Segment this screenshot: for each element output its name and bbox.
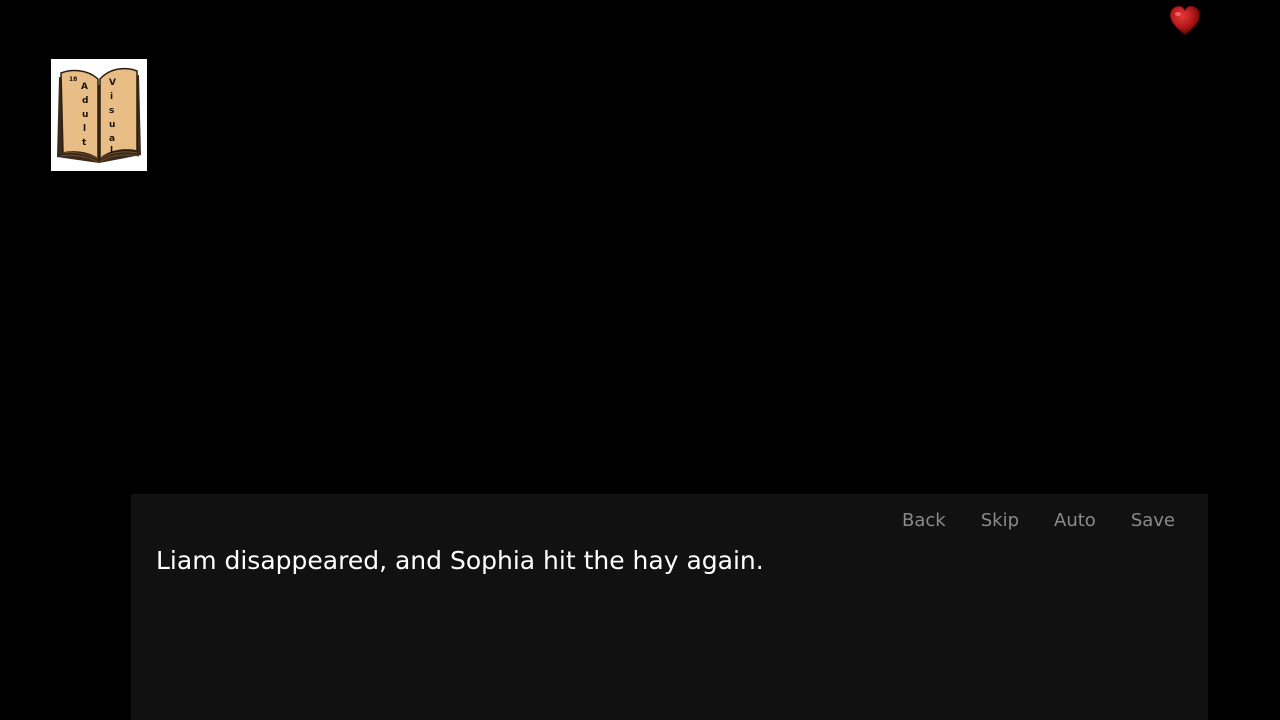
svg-text:d: d (82, 96, 88, 106)
heart-icon[interactable] (1168, 4, 1202, 38)
open-book-icon: 18 A d u l t V i s u a l (57, 67, 141, 163)
svg-text:u: u (82, 110, 88, 120)
dialogue-text: Liam disappeared, and Sophia hit the hay… (156, 546, 764, 575)
svg-text:u: u (109, 120, 115, 130)
svg-text:l: l (110, 146, 113, 156)
svg-text:18: 18 (69, 76, 77, 83)
quick-menu: Back Skip Auto Save (867, 510, 1175, 532)
save-button[interactable]: Save (1131, 510, 1175, 532)
svg-text:t: t (82, 138, 87, 148)
back-button[interactable]: Back (902, 510, 946, 532)
svg-text:i: i (110, 92, 113, 102)
book-logo: 18 A d u l t V i s u a l (51, 59, 147, 171)
svg-text:A: A (81, 82, 88, 92)
dialogue-box[interactable]: Back Skip Auto Save Liam disappeared, an… (131, 494, 1208, 720)
svg-text:V: V (109, 78, 116, 88)
auto-button[interactable]: Auto (1054, 510, 1096, 532)
game-scene[interactable]: 18 A d u l t V i s u a l Back Skip Auto … (0, 0, 1280, 720)
svg-text:l: l (83, 124, 86, 134)
svg-text:s: s (109, 106, 114, 116)
svg-text:a: a (109, 134, 115, 144)
skip-button[interactable]: Skip (981, 510, 1019, 532)
